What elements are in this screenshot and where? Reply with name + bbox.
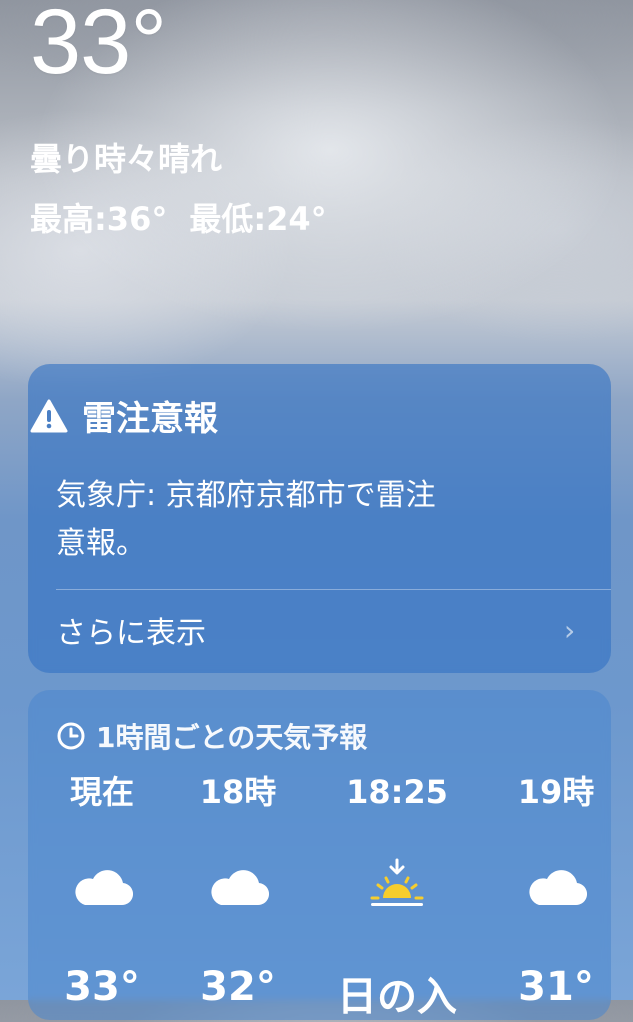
alert-description: 気象庁: 京都府京都市で雷注 意報。 [56, 472, 576, 568]
warning-triangle-icon [30, 399, 68, 432]
hourly-sunset-label: 日の入 [337, 974, 457, 1020]
hourly-item-19[interactable]: 19時 31° [486, 770, 626, 1010]
hourly-time: 18:25 [346, 773, 448, 811]
current-condition: 曇り時々晴れ [30, 140, 223, 178]
high-temperature: 最高:36° [30, 200, 168, 238]
hourly-temperature: 31° [518, 964, 594, 1010]
hourly-item-now[interactable]: 現在 33° [32, 770, 172, 1010]
cloud-icon [168, 856, 308, 916]
alert-divider [56, 589, 611, 590]
hourly-temperature: 32° [200, 964, 276, 1010]
hourly-item-18[interactable]: 18時 32° [168, 770, 308, 1010]
hourly-item-sunset[interactable]: 18:25 日の入 [327, 770, 467, 1022]
hourly-time: 現在 [69, 773, 134, 811]
hourly-forecast-title: 1時間ごとの天気予報 [96, 721, 368, 754]
clock-icon [57, 722, 85, 750]
low-temperature: 最低:24° [189, 200, 327, 238]
alert-description-line-1: 気象庁: 京都府京都市で雷注 [56, 478, 436, 513]
hourly-forecast-header: 1時間ごとの天気予報 [56, 716, 367, 756]
hourly-time: 18時 [199, 773, 277, 811]
cloud-icon [32, 856, 172, 916]
sunset-icon [327, 856, 467, 916]
chevron-right-icon[interactable]: › [564, 614, 575, 647]
show-more-link[interactable]: さらに表示 [56, 608, 206, 652]
alert-title-row[interactable]: 雷注意報 [30, 391, 218, 440]
hourly-temperature: 33° [64, 964, 140, 1010]
alert-title: 雷注意報 [82, 399, 218, 439]
high-low-temperature: 最高:36° 最低:24° [30, 194, 327, 240]
alert-description-line-2: 意報。 [56, 526, 146, 561]
hourly-time: 19時 [517, 773, 595, 811]
cloud-icon [486, 856, 626, 916]
current-temperature: 33° [30, 0, 167, 93]
